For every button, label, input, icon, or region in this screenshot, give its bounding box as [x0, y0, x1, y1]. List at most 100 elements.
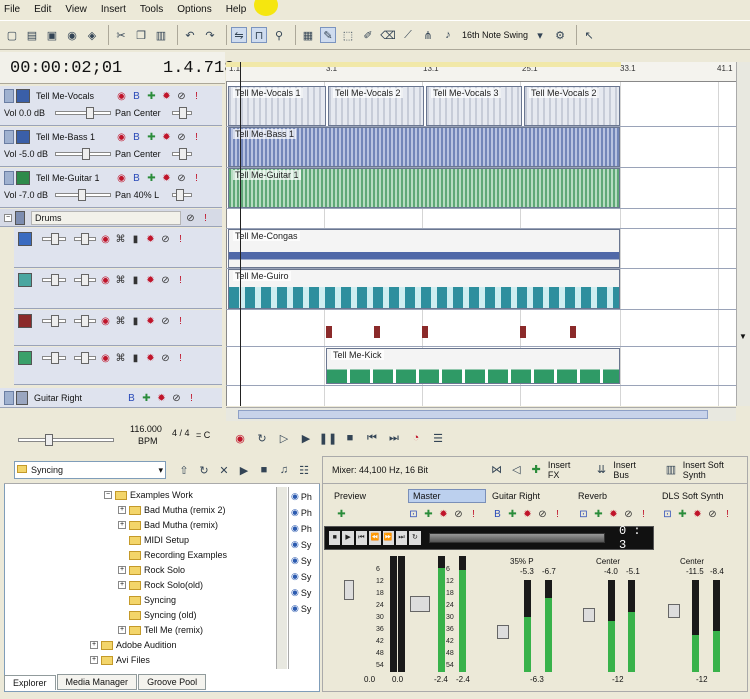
master-fader[interactable] [410, 596, 430, 612]
pan-slider[interactable] [171, 107, 192, 119]
track-header-congas[interactable]: ◉ ⌘ ▮ ✹ ⊘ ! [14, 228, 222, 268]
mute-icon[interactable]: ⊘ [176, 132, 187, 143]
master-bus-slider[interactable] [18, 434, 114, 446]
pan-slider[interactable] [74, 315, 96, 327]
mute-icon[interactable]: ⊘ [185, 213, 196, 224]
solo-icon[interactable]: ! [175, 234, 186, 245]
audio-event[interactable]: Tell Me-Vocals 2 [328, 86, 424, 126]
bus-icon[interactable]: ⊡ [662, 509, 673, 520]
track-name[interactable]: Tell Me-Vocals [36, 91, 116, 101]
downmix-icon[interactable]: ⋈ [489, 462, 505, 478]
fx-settings-icon[interactable]: ✹ [161, 132, 172, 143]
record-arm-icon[interactable]: ◉ [100, 234, 111, 245]
record-arm-icon[interactable]: ◉ [100, 316, 111, 327]
pause-icon[interactable]: ❚❚ [319, 430, 337, 446]
record-arm-icon[interactable]: ◉ [100, 353, 111, 364]
solo-icon[interactable]: ! [191, 91, 202, 102]
tab-groove-pool[interactable]: Groove Pool [138, 674, 207, 690]
up-folder-icon[interactable]: ⇧ [176, 462, 192, 478]
chevron-down-icon[interactable]: ▾ [532, 27, 548, 43]
insert-fx-icon[interactable]: ✚ [141, 393, 152, 404]
insert-bus-icon[interactable]: ⇊ [594, 462, 610, 478]
expand-toggle-icon[interactable]: + [118, 521, 126, 529]
selection-tool-icon[interactable]: ⬚ [340, 27, 356, 43]
audio-event[interactable]: Tell Me-Guitar 1 [228, 168, 620, 208]
pan-slider[interactable] [171, 189, 192, 201]
new-icon[interactable]: ▢ [4, 27, 20, 43]
record-arm-icon[interactable]: ◉ [116, 91, 127, 102]
lock-envelopes-icon[interactable]: ⚲ [271, 27, 287, 43]
pan-slider[interactable] [74, 274, 96, 286]
reverb-fader[interactable] [583, 608, 595, 622]
file-item[interactable]: ◉ Sy [291, 539, 311, 550]
pan-slider[interactable] [74, 233, 96, 245]
mute-icon[interactable]: ⊘ [453, 509, 464, 520]
bus-icon[interactable]: B [131, 91, 142, 102]
solo-icon[interactable]: ! [468, 509, 479, 520]
insert-fx-icon[interactable]: ✚ [423, 509, 434, 520]
insert-fx-icon[interactable]: ✚ [146, 91, 157, 102]
insert-fx-icon[interactable]: ✚ [593, 509, 604, 520]
fx-settings-icon[interactable]: ✹ [145, 275, 156, 286]
mute-icon[interactable]: ⊘ [160, 275, 171, 286]
normal-edit-icon[interactable]: ▦ [300, 27, 316, 43]
stop-icon[interactable]: ■ [342, 430, 358, 446]
fx-settings-icon[interactable]: ✹ [692, 509, 703, 520]
volume-slider[interactable] [42, 233, 66, 245]
track-header-guiro[interactable]: ◉ ⌘ ▮ ✹ ⊘ ! [14, 269, 222, 309]
expand-toggle-icon[interactable]: + [118, 626, 126, 634]
mute-icon[interactable]: ⊘ [707, 509, 718, 520]
midi-event[interactable]: Tell Me-Kick [326, 348, 620, 384]
pan-slider[interactable] [74, 352, 96, 364]
insert-fx-icon[interactable]: ✚ [146, 132, 157, 143]
open-icon[interactable]: ▤ [24, 27, 40, 43]
tab-explorer[interactable]: Explorer [4, 675, 56, 690]
solo-icon[interactable]: ! [191, 173, 202, 184]
solo-icon[interactable]: ! [175, 275, 186, 286]
explorer-location-select[interactable]: Syncing ▾ [14, 461, 166, 479]
menu-file[interactable]: File [4, 4, 20, 15]
tree-item[interactable]: + Adobe Audition [90, 640, 177, 650]
insert-soft-synth-button[interactable]: Insert Soft Synth [683, 460, 748, 480]
play-from-start-icon[interactable]: ▷ [276, 430, 292, 446]
go-to-end-icon[interactable]: ⏭ [386, 430, 402, 446]
menu-options[interactable]: Options [177, 4, 211, 15]
file-item[interactable]: ◉ Sy [291, 603, 311, 614]
solo-icon[interactable]: ! [191, 132, 202, 143]
menu-tools[interactable]: Tools [140, 4, 163, 15]
volume-slider[interactable] [42, 274, 66, 286]
tree-item[interactable]: MIDI Setup [118, 535, 189, 545]
key-value[interactable]: = C [196, 430, 210, 440]
fx-settings-icon[interactable]: ✹ [145, 234, 156, 245]
fx-settings-icon[interactable]: ✹ [161, 173, 172, 184]
solo-icon[interactable]: ! [175, 316, 186, 327]
insert-fx-icon[interactable]: ✚ [146, 173, 157, 184]
menu-insert[interactable]: Insert [101, 4, 126, 15]
midi-event[interactable]: Tell Me-Congas [228, 229, 620, 268]
piano-icon[interactable]: ▮ [130, 275, 141, 286]
bus-dls-soft-synth[interactable]: DLS Soft Synth [662, 488, 724, 504]
settings-icon[interactable]: ☰ [430, 430, 446, 446]
expand-toggle-icon[interactable]: + [118, 506, 126, 514]
bus-preview[interactable]: Preview [334, 488, 366, 504]
midi-icon[interactable]: ⌘ [115, 353, 126, 364]
envelope-tool-icon[interactable]: ⟋ [400, 27, 416, 43]
chevron-down-icon[interactable]: ▾ [158, 462, 163, 478]
solo-icon[interactable]: ! [175, 353, 186, 364]
fx-settings-icon[interactable]: ✹ [438, 509, 449, 520]
volume-slider[interactable] [55, 148, 112, 160]
views-icon[interactable]: ☷ [296, 462, 312, 478]
mute-icon[interactable]: ⊘ [160, 353, 171, 364]
tree-item[interactable]: + Tell Me (remix) [118, 625, 203, 635]
tree-item[interactable]: Recording Examples [118, 550, 227, 560]
track-header-snare[interactable]: ◉ ⌘ ▮ ✹ ⊘ ! [14, 310, 222, 346]
file-item[interactable]: ◉ Sy [291, 555, 311, 566]
volume-slider[interactable] [55, 189, 112, 201]
seek-bar[interactable] [428, 533, 605, 543]
stop-icon[interactable]: ■ [256, 462, 272, 478]
properties-icon[interactable]: ◈ [84, 27, 100, 43]
piano-icon[interactable]: ▮ [130, 353, 141, 364]
tree-item[interactable]: Syncing (old) [118, 610, 197, 620]
track-header-bass[interactable]: Tell Me-Bass 1 ◉ B ✚ ✹ ⊘ ! Vol -5.0 dB P… [0, 127, 222, 167]
expand-toggle-icon[interactable]: + [118, 581, 126, 589]
